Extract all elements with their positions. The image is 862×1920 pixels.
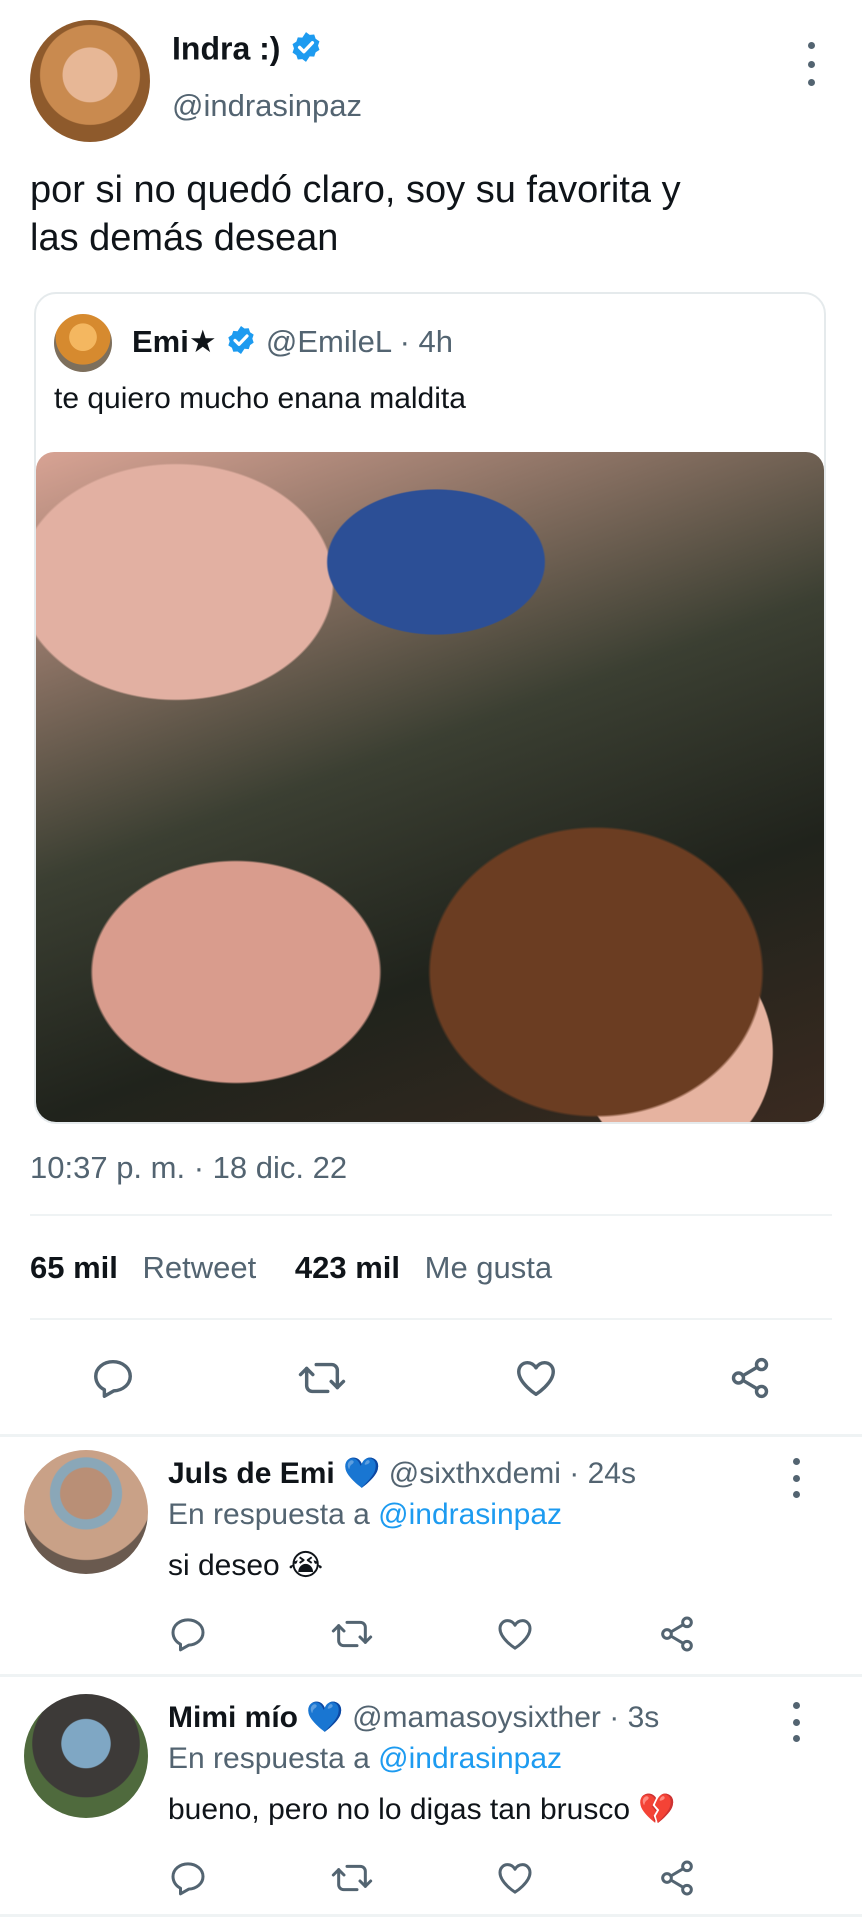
like-label[interactable]: Me gusta bbox=[425, 1250, 553, 1285]
reply-avatar[interactable] bbox=[24, 1450, 148, 1574]
quoted-author-avatar bbox=[54, 314, 112, 372]
share-icon[interactable] bbox=[726, 1355, 774, 1401]
more-icon[interactable] bbox=[790, 1702, 802, 1742]
retweet-icon[interactable] bbox=[296, 1355, 348, 1401]
section-divider bbox=[0, 1914, 862, 1917]
reply-author-name[interactable]: Mimi mío bbox=[168, 1701, 298, 1734]
reply-context-prefix: En respuesta a bbox=[168, 1742, 370, 1775]
like-icon[interactable] bbox=[512, 1355, 560, 1401]
reply-context-mention[interactable]: @indrasinpaz bbox=[378, 1498, 562, 1531]
like-icon[interactable] bbox=[494, 1858, 536, 1898]
reply-header: Mimi mío 💙 @mamasoysixther · 3s bbox=[168, 1700, 659, 1735]
heart-emoji: 💙 bbox=[306, 1701, 344, 1734]
reply-text-content: bueno, pero no lo digas tan brusco bbox=[168, 1793, 630, 1826]
author-name[interactable]: Indra :) bbox=[172, 30, 323, 72]
share-icon[interactable] bbox=[656, 1614, 698, 1654]
share-icon[interactable] bbox=[656, 1858, 698, 1898]
reply-text-content: si deseo bbox=[168, 1549, 280, 1582]
reply-time: · 24s bbox=[569, 1457, 636, 1490]
quoted-author-name: Emi★ bbox=[132, 324, 217, 360]
quoted-tweet-photo[interactable] bbox=[36, 452, 824, 1122]
like-icon[interactable] bbox=[494, 1614, 536, 1654]
quoted-tweet-text: te quiero mucho enana maldita bbox=[54, 382, 466, 415]
crying-emoji: 😭 bbox=[288, 1549, 324, 1582]
retweet-label[interactable]: Retweet bbox=[143, 1250, 257, 1285]
author-avatar[interactable] bbox=[30, 20, 150, 142]
reply-context: En respuesta a @indrasinpaz bbox=[168, 1498, 562, 1532]
quoted-tweet-card[interactable]: Emi★ @EmileL · 4h te quiero mucho enana … bbox=[34, 292, 826, 1124]
tweet-text-line1: por si no quedó claro, soy su favorita y bbox=[30, 169, 681, 211]
tweet-timestamp[interactable]: 10:37 p. m. · 18 dic. 22 bbox=[30, 1150, 347, 1186]
quoted-time: · 4h bbox=[399, 324, 454, 360]
broken-heart-emoji: 💔 bbox=[638, 1793, 676, 1826]
divider bbox=[30, 1318, 832, 1320]
reply-author-handle[interactable]: @sixthxdemi bbox=[389, 1457, 561, 1490]
reply-context-mention[interactable]: @indrasinpaz bbox=[378, 1742, 562, 1775]
reply-context: En respuesta a @indrasinpaz bbox=[168, 1742, 562, 1776]
section-divider bbox=[0, 1434, 862, 1437]
reply-text: si deseo 😭 bbox=[168, 1548, 323, 1583]
tweet-stats: 65 mil Retweet 423 mil Me gusta bbox=[30, 1250, 552, 1286]
retweet-count[interactable]: 65 mil bbox=[30, 1250, 118, 1285]
quoted-author-handle: @EmileL bbox=[265, 324, 391, 360]
reply-avatar[interactable] bbox=[24, 1694, 148, 1818]
verified-badge-icon bbox=[289, 30, 323, 72]
reply-context-prefix: En respuesta a bbox=[168, 1498, 370, 1531]
verified-badge-icon bbox=[225, 324, 257, 364]
reply-header: Juls de Emi 💙 @sixthxdemi · 24s bbox=[168, 1456, 636, 1491]
heart-emoji: 💙 bbox=[343, 1457, 381, 1490]
more-icon[interactable] bbox=[805, 42, 817, 86]
reply-author-name[interactable]: Juls de Emi bbox=[168, 1457, 335, 1490]
retweet-icon[interactable] bbox=[330, 1858, 374, 1898]
quoted-author-line: Emi★ @EmileL · 4h bbox=[132, 324, 453, 364]
reply-icon[interactable] bbox=[168, 1614, 208, 1654]
like-count[interactable]: 423 mil bbox=[295, 1250, 400, 1285]
author-handle[interactable]: @indrasinpaz bbox=[172, 88, 362, 124]
divider bbox=[30, 1214, 832, 1216]
reply-text: bueno, pero no lo digas tan brusco 💔 bbox=[168, 1792, 676, 1827]
tweet-text: por si no quedó claro, soy su favorita y… bbox=[30, 166, 681, 262]
reply-time: · 3s bbox=[609, 1701, 660, 1734]
retweet-icon[interactable] bbox=[330, 1614, 374, 1654]
reply-icon[interactable] bbox=[168, 1858, 208, 1898]
tweet-text-line2: las demás desean bbox=[30, 217, 339, 259]
more-icon[interactable] bbox=[790, 1458, 802, 1498]
section-divider bbox=[0, 1674, 862, 1677]
reply-icon[interactable] bbox=[90, 1355, 136, 1401]
reply-author-handle[interactable]: @mamasoysixther bbox=[352, 1701, 601, 1734]
